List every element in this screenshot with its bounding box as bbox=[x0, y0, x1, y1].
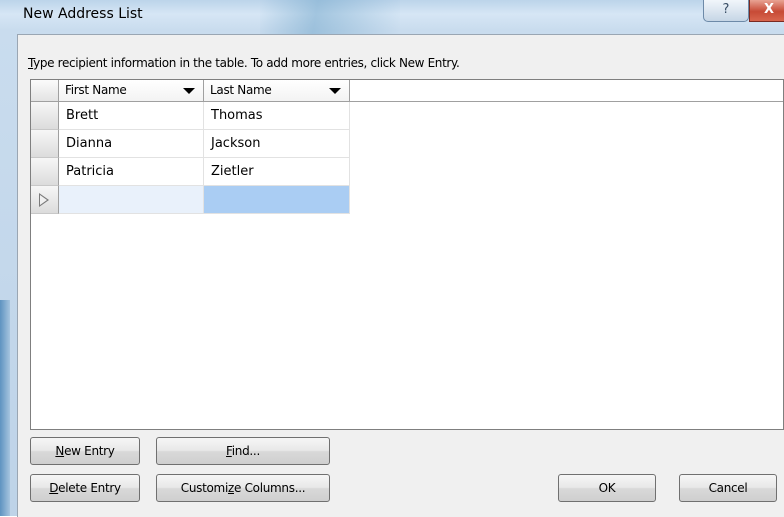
new-entry-row[interactable] bbox=[31, 186, 351, 214]
find-button[interactable]: Find... bbox=[156, 437, 330, 465]
new-entry-button[interactable]: New Entry bbox=[30, 437, 140, 465]
last-name-cell[interactable]: Thomas bbox=[204, 102, 350, 130]
grid-corner-cell[interactable] bbox=[31, 80, 59, 101]
help-icon: ? bbox=[722, 2, 730, 17]
window-title: New Address List bbox=[23, 6, 143, 22]
row-selector[interactable] bbox=[31, 102, 59, 130]
column-header-last-name[interactable]: Last Name bbox=[204, 80, 350, 101]
title-bar-sheen bbox=[260, 0, 400, 34]
access-key: N bbox=[55, 444, 65, 458]
table-row[interactable]: Dianna Jackson bbox=[31, 130, 351, 158]
delete-entry-button[interactable]: Delete Entry bbox=[30, 474, 140, 502]
ok-button[interactable]: OK bbox=[558, 474, 656, 502]
table-row[interactable]: Patricia Zietler bbox=[31, 158, 351, 186]
column-header-label: First Name bbox=[65, 83, 127, 97]
first-name-cell[interactable]: Brett bbox=[59, 102, 204, 130]
cancel-button[interactable]: Cancel bbox=[679, 474, 777, 502]
customize-columns-button[interactable]: Customize Columns... bbox=[156, 474, 330, 502]
instruction-rest: ype recipient information in the table. … bbox=[33, 56, 460, 70]
column-header-label: Last Name bbox=[210, 83, 272, 97]
row-selector[interactable] bbox=[31, 130, 59, 158]
last-name-cell[interactable] bbox=[204, 186, 350, 214]
first-name-cell[interactable]: Dianna bbox=[59, 130, 204, 158]
button-label: ew Entry bbox=[64, 444, 115, 458]
close-button[interactable]: X bbox=[749, 0, 784, 22]
grid-header-row: First Name Last Name bbox=[31, 80, 783, 102]
frame-edge-accent bbox=[0, 300, 10, 516]
column-header-first-name[interactable]: First Name bbox=[59, 80, 204, 101]
first-name-cell[interactable] bbox=[59, 186, 204, 214]
help-button[interactable]: ? bbox=[703, 0, 749, 22]
button-label: ind... bbox=[231, 444, 261, 458]
first-name-cell[interactable]: Patricia bbox=[59, 158, 204, 186]
dropdown-arrow-icon[interactable] bbox=[183, 88, 195, 94]
button-label: elete Entry bbox=[58, 481, 121, 495]
access-key: D bbox=[49, 481, 59, 495]
instruction-text: Type recipient information in the table.… bbox=[28, 56, 460, 70]
recipient-grid[interactable]: First Name Last Name Brett Thomas Dianna… bbox=[30, 79, 784, 430]
button-label-pre: Customi bbox=[180, 481, 229, 495]
row-selector[interactable] bbox=[31, 186, 59, 214]
table-row[interactable]: Brett Thomas bbox=[31, 102, 351, 130]
new-row-arrow-icon bbox=[39, 193, 49, 207]
dropdown-arrow-icon[interactable] bbox=[329, 88, 341, 94]
last-name-cell[interactable]: Jackson bbox=[204, 130, 350, 158]
close-icon: X bbox=[763, 2, 775, 17]
last-name-cell[interactable]: Zietler bbox=[204, 158, 350, 186]
row-selector[interactable] bbox=[31, 158, 59, 186]
button-label-post: e Columns... bbox=[233, 481, 306, 495]
